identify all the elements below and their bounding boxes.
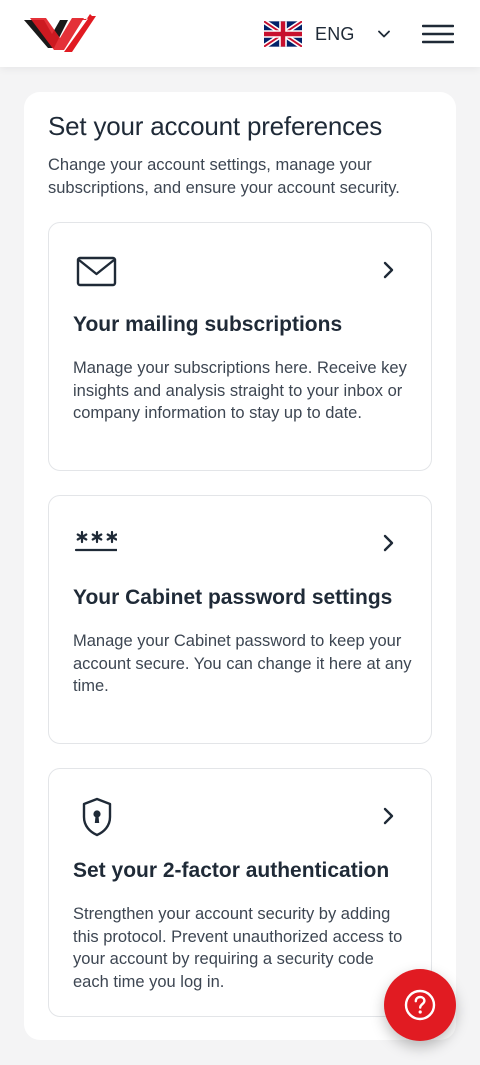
card-description: Manage your subscriptions here. Receive …	[73, 359, 407, 422]
card-description: Strengthen your account security by addi…	[73, 905, 403, 991]
account-preferences-panel: Set your account preferences Change your…	[24, 92, 456, 1040]
card-description: Manage your Cabinet password to keep you…	[73, 632, 412, 695]
shield-lock-icon	[82, 797, 112, 837]
chevron-right-icon	[383, 807, 394, 825]
language-label: ENG	[315, 23, 355, 44]
help-button[interactable]	[384, 969, 456, 1041]
mail-icon	[76, 256, 117, 287]
password-settings-card[interactable]: Your Cabinet password settings Manage yo…	[48, 495, 432, 744]
chevron-down-icon	[377, 30, 390, 38]
two-factor-auth-card[interactable]: Set your 2-factor authentication Strengt…	[48, 768, 432, 1017]
card-title: Your Cabinet password settings	[73, 586, 393, 609]
page-title: Set your account preferences	[48, 111, 383, 141]
chevron-right-icon	[383, 534, 394, 552]
card-title: Set your 2-factor authentication	[73, 859, 390, 882]
top-header: ENG	[0, 0, 480, 67]
page-subtitle: Change your account settings, manage you…	[48, 156, 400, 197]
language-selector[interactable]: ENG	[264, 20, 391, 48]
chevron-right-icon	[383, 261, 394, 279]
mailing-subscriptions-card[interactable]: Your mailing subscriptions Manage your s…	[48, 222, 432, 471]
brand-logo[interactable]	[24, 12, 96, 56]
hamburger-menu-icon[interactable]	[422, 24, 454, 44]
card-title: Your mailing subscriptions	[73, 313, 343, 336]
question-mark-icon	[404, 989, 436, 1021]
uk-flag-icon	[264, 21, 302, 47]
password-icon	[74, 530, 117, 552]
